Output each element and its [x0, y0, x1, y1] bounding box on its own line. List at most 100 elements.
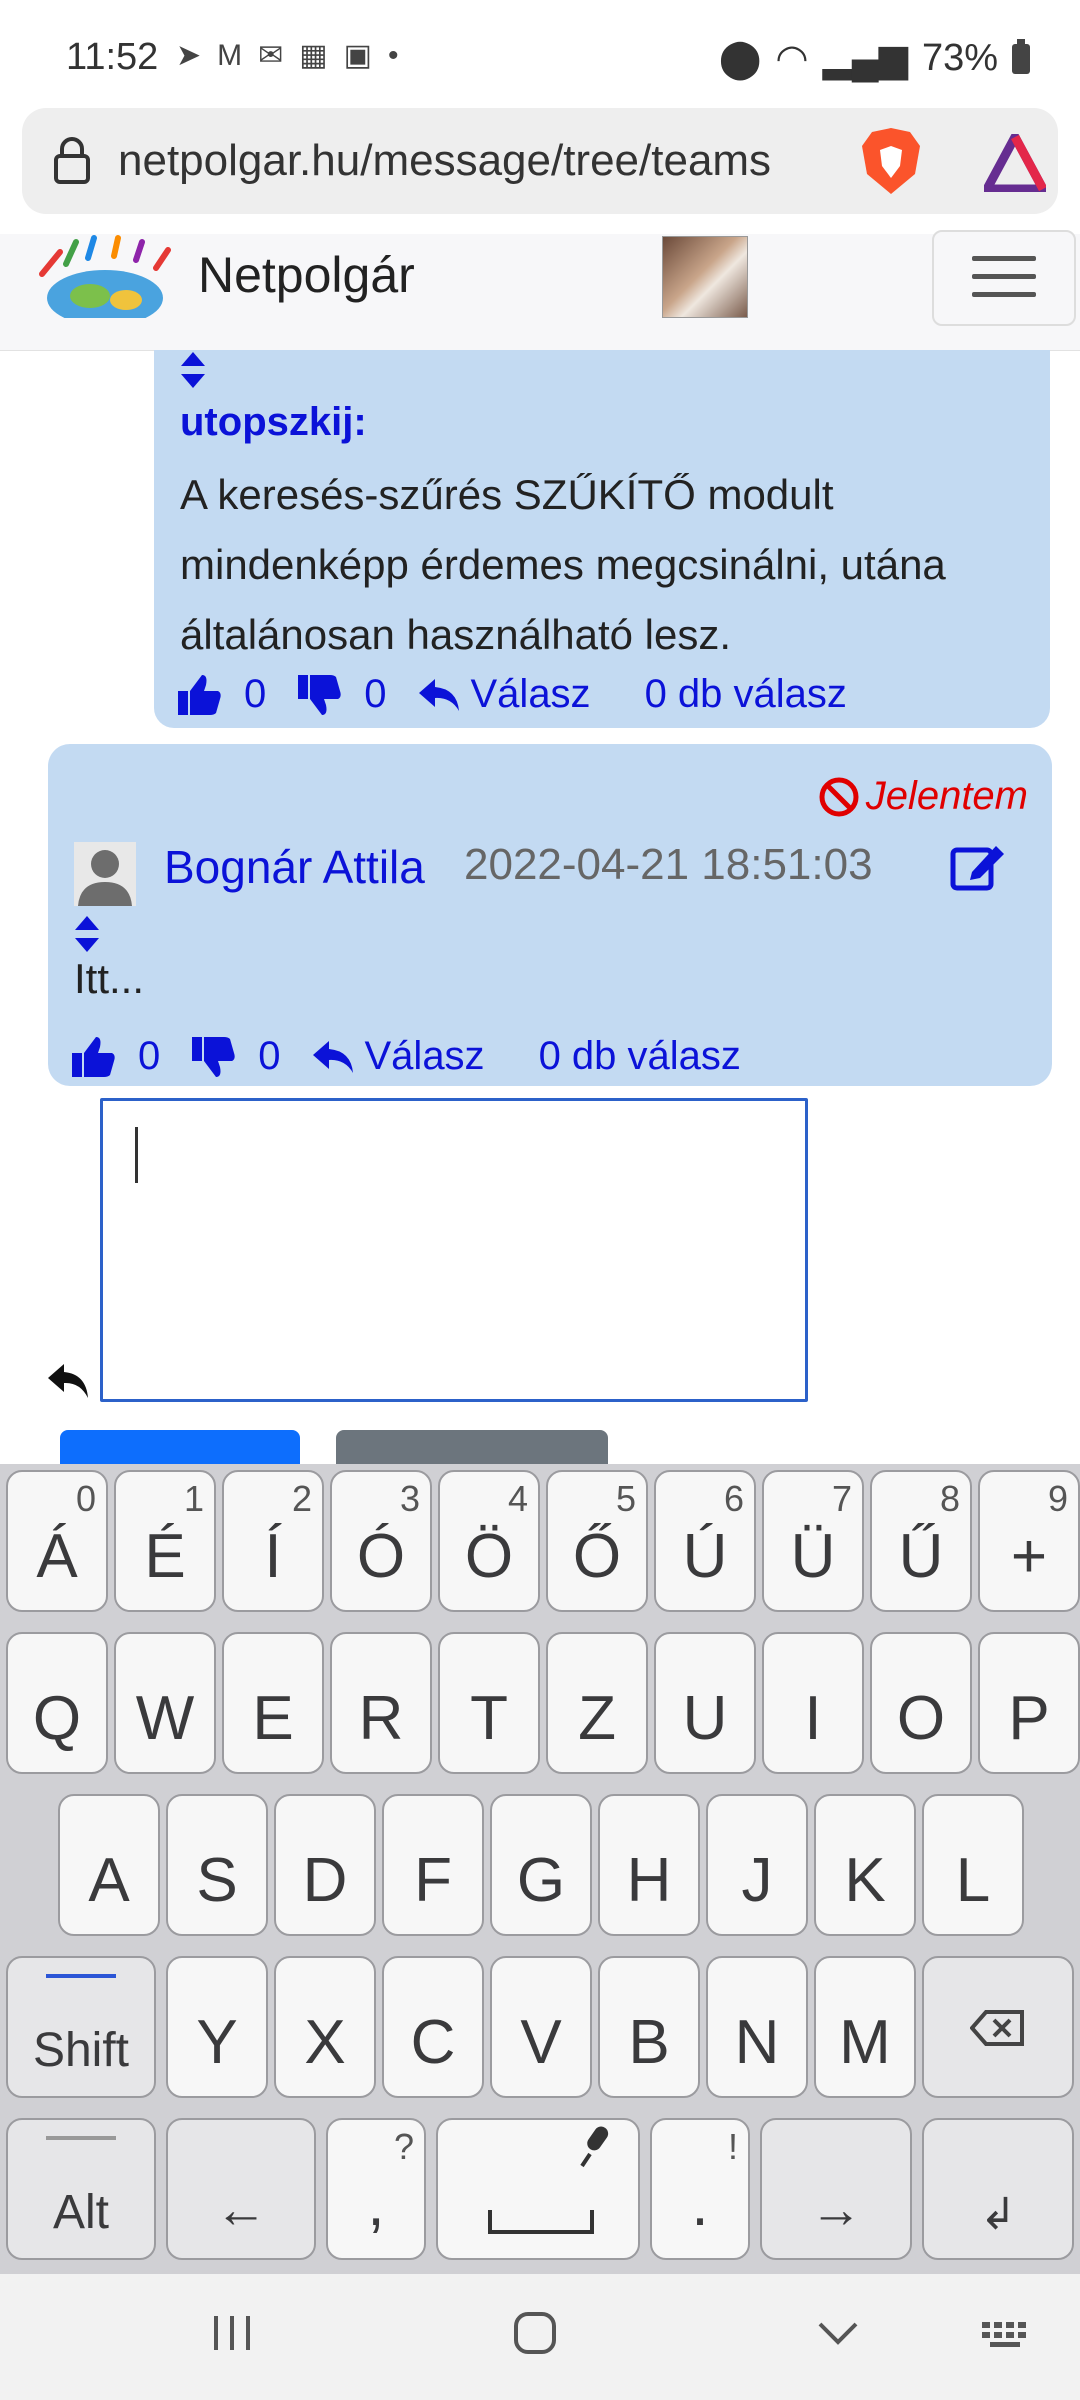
key-c[interactable]: C: [382, 1956, 484, 2098]
thumbs-down-icon[interactable]: [296, 673, 342, 717]
report-label[interactable]: Jelentem: [866, 774, 1028, 819]
hide-keyboard-icon[interactable]: [816, 2318, 860, 2348]
replies-count-link[interactable]: 0 db válasz: [539, 1034, 741, 1079]
reply-textarea[interactable]: [100, 1098, 808, 1402]
key-label: Í: [264, 1522, 282, 1591]
key-secondary-label: 2: [291, 1478, 312, 1519]
key-w[interactable]: W: [114, 1632, 216, 1774]
key-j[interactable]: J: [706, 1794, 808, 1936]
author-avatar: [74, 842, 136, 906]
key-v[interactable]: V: [490, 1956, 592, 2098]
key-row0-3[interactable]: Ó3: [330, 1470, 432, 1612]
key-row0-1[interactable]: É1: [114, 1470, 216, 1612]
key-label: L: [955, 1846, 991, 1915]
netpolgar-logo[interactable]: [30, 234, 180, 318]
reply-icon[interactable]: [417, 677, 461, 713]
cursor-left-key[interactable]: ←: [166, 2118, 316, 2260]
key-l[interactable]: L: [922, 1794, 1024, 1936]
key-row0-5[interactable]: Ő5: [546, 1470, 648, 1612]
key-s[interactable]: S: [166, 1794, 268, 1936]
site-navbar: Netpolgár: [0, 230, 1080, 351]
key-secondary-label: 7: [831, 1478, 852, 1519]
keyboard-switch-icon[interactable]: [980, 2318, 1036, 2348]
key-row0-9[interactable]: +9: [978, 1470, 1080, 1612]
key-a[interactable]: A: [58, 1794, 160, 1936]
key-row0-0[interactable]: Á0: [6, 1470, 108, 1612]
key-m[interactable]: M: [814, 1956, 916, 2098]
key-f[interactable]: F: [382, 1794, 484, 1936]
key-o[interactable]: O: [870, 1632, 972, 1774]
key-q[interactable]: Q: [6, 1632, 108, 1774]
key-e[interactable]: E: [222, 1632, 324, 1774]
thumbs-down-icon[interactable]: [190, 1035, 236, 1079]
enter-key[interactable]: ↲: [922, 2118, 1074, 2260]
reply-link[interactable]: Válasz: [471, 672, 591, 717]
site-brand[interactable]: Netpolgár: [198, 246, 415, 304]
key-row0-7[interactable]: Ü7: [762, 1470, 864, 1612]
key-label: G: [516, 1846, 566, 1915]
cursor-right-key[interactable]: →: [760, 2118, 912, 2260]
replies-count-link[interactable]: 0 db válasz: [645, 672, 847, 717]
like-count: 0: [138, 1034, 161, 1078]
reply-icon[interactable]: [311, 1039, 355, 1075]
key-secondary-label: 0: [75, 1478, 96, 1519]
key-k[interactable]: K: [814, 1794, 916, 1936]
key-g[interactable]: G: [490, 1794, 592, 1936]
collapse-toggle-icon[interactable]: [180, 350, 206, 390]
menu-line: [972, 256, 1036, 261]
key-row0-6[interactable]: Ú6: [654, 1470, 756, 1612]
key-label: →: [810, 2181, 862, 2239]
address-bar[interactable]: netpolgar.hu/message/tree/teams: [22, 108, 1058, 214]
key-label: Ő: [572, 1522, 622, 1591]
default-user-icon: [74, 842, 136, 906]
text-cursor: [135, 1127, 138, 1183]
url-text[interactable]: netpolgar.hu/message/tree/teams: [118, 136, 828, 186]
home-icon[interactable]: [512, 2310, 558, 2356]
gmail-icon: M: [217, 38, 243, 72]
user-avatar[interactable]: [662, 236, 748, 318]
key-row0-8[interactable]: Ű8: [870, 1470, 972, 1612]
key-row0-4[interactable]: Ö4: [438, 1470, 540, 1612]
period-key[interactable]: .!: [650, 2118, 750, 2260]
key-y[interactable]: Y: [166, 1956, 268, 2098]
edit-icon[interactable]: [950, 842, 1006, 892]
key-label: Ó: [356, 1522, 406, 1591]
key-h[interactable]: H: [598, 1794, 700, 1936]
key-row0-2[interactable]: Í2: [222, 1470, 324, 1612]
collapse-toggle-icon[interactable]: [74, 914, 100, 954]
brave-shields-icon[interactable]: [860, 126, 922, 196]
signal-icon: ▂▄▆: [822, 38, 908, 80]
thumbs-up-icon[interactable]: [176, 673, 222, 717]
message-author[interactable]: utopszkij:: [180, 400, 367, 445]
key-n[interactable]: N: [706, 1956, 808, 2098]
key-secondary-label: 1: [183, 1478, 204, 1519]
thumbs-up-icon[interactable]: [70, 1035, 116, 1079]
status-bar: 11:52 ➤ M ✉ ▦ ▣ • ⬤ ◠ ▂▄▆ 73%: [0, 0, 1080, 110]
key-b[interactable]: B: [598, 1956, 700, 2098]
key-secondary-label: 4: [507, 1478, 528, 1519]
key-u[interactable]: U: [654, 1632, 756, 1774]
recent-apps-icon[interactable]: [210, 2312, 254, 2354]
key-label: J: [741, 1846, 773, 1915]
message-author[interactable]: Bognár Attila: [164, 840, 425, 894]
like-count: 0: [244, 672, 267, 716]
status-time: 11:52: [66, 36, 159, 78]
shift-indicator: [46, 1974, 116, 1978]
key-t[interactable]: T: [438, 1632, 540, 1774]
message-actions: 0 0 Válasz 0 db válasz: [70, 1034, 741, 1079]
key-r[interactable]: R: [330, 1632, 432, 1774]
gallery-icon: ▣: [343, 39, 372, 72]
key-p[interactable]: P: [978, 1632, 1080, 1774]
wifi-icon: ◠: [775, 38, 809, 80]
key-x[interactable]: X: [274, 1956, 376, 2098]
hamburger-menu-button[interactable]: [932, 230, 1076, 326]
battery-percent: 73%: [921, 37, 998, 79]
key-d[interactable]: D: [274, 1794, 376, 1936]
brave-rewards-icon[interactable]: [984, 134, 1046, 192]
key-label: P: [1008, 1684, 1050, 1753]
key-i[interactable]: I: [762, 1632, 864, 1774]
comma-key[interactable]: ,?: [326, 2118, 426, 2260]
report-link[interactable]: Jelentem: [818, 774, 1028, 819]
key-z[interactable]: Z: [546, 1632, 648, 1774]
reply-link[interactable]: Válasz: [365, 1034, 485, 1079]
